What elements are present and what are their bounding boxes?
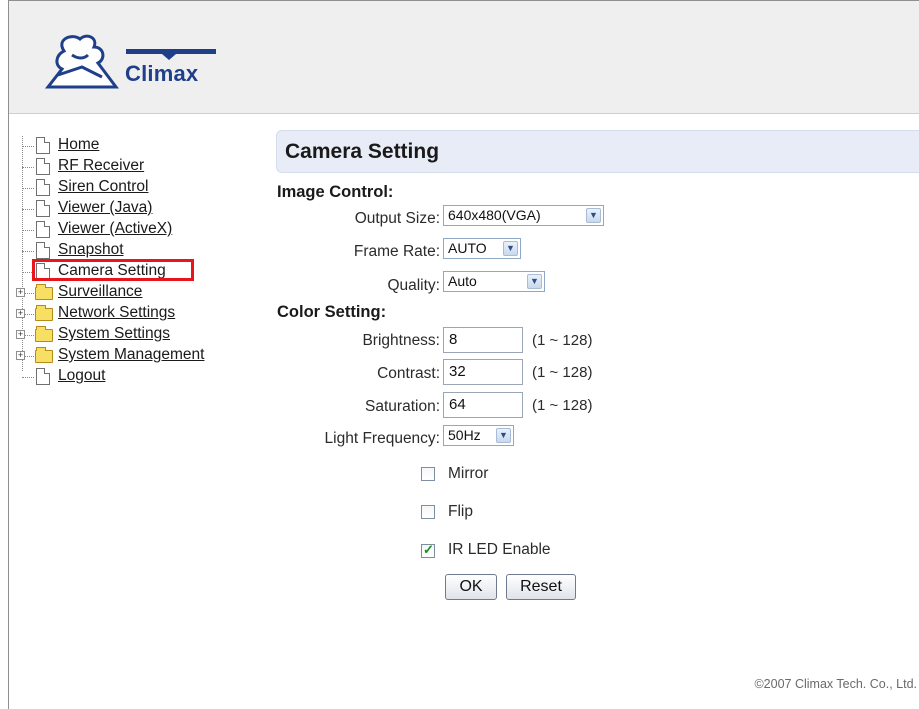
menu-link-rf-receiver[interactable]: RF Receiver — [58, 157, 144, 175]
page-icon — [36, 242, 50, 259]
menu-link-snapshot[interactable]: Snapshot — [58, 241, 124, 259]
chevron-down-icon[interactable]: ▼ — [586, 208, 601, 223]
folder-icon — [35, 347, 53, 363]
page-icon — [36, 368, 50, 385]
flip-label: Flip — [448, 503, 473, 520]
menu-link-logout[interactable]: Logout — [58, 367, 105, 385]
brightness-input[interactable]: 8 — [443, 327, 523, 353]
page-icon — [36, 179, 50, 196]
menu-item-system-management[interactable]: + System Management — [14, 346, 254, 367]
frame-rate-select[interactable]: AUTO ▼ — [443, 238, 521, 259]
folder-icon — [35, 326, 53, 342]
quality-label: Quality: — [387, 277, 440, 294]
menu-link-siren-control[interactable]: Siren Control — [58, 178, 148, 196]
frame-rate-value: AUTO — [448, 240, 487, 256]
menu-link-system-management[interactable]: System Management — [58, 346, 204, 364]
chevron-down-icon[interactable]: ▼ — [503, 241, 518, 256]
menu-link-viewer-activex[interactable]: Viewer (ActiveX) — [58, 220, 172, 238]
menu-item-surveillance[interactable]: + Surveillance — [14, 283, 254, 304]
light-frequency-select[interactable]: 50Hz ▼ — [443, 425, 514, 446]
menu-item-camera-setting[interactable]: Camera Setting — [14, 259, 254, 283]
copyright-footer: ©2007 Climax Tech. Co., Ltd. — [754, 677, 917, 691]
mirror-checkbox[interactable] — [421, 467, 435, 481]
chevron-down-icon[interactable]: ▼ — [527, 274, 542, 289]
selected-item-highlight — [32, 259, 194, 281]
mirror-label: Mirror — [448, 465, 489, 482]
menu-link-surveillance[interactable]: Surveillance — [58, 283, 142, 301]
light-frequency-value: 50Hz — [448, 427, 481, 443]
expand-plus-icon[interactable]: + — [16, 330, 25, 339]
quality-value: Auto — [448, 273, 477, 289]
image-control-heading: Image Control: — [277, 183, 394, 201]
output-size-value: 640x480(VGA) — [448, 207, 541, 223]
menu-item-viewer-java[interactable]: Viewer (Java) — [14, 199, 254, 220]
contrast-label: Contrast: — [377, 365, 440, 382]
output-size-select[interactable]: 640x480(VGA) ▼ — [443, 205, 604, 226]
menu-link-home[interactable]: Home — [58, 136, 99, 154]
ok-button[interactable]: OK — [445, 574, 497, 600]
brightness-label: Brightness: — [362, 332, 440, 349]
menu-item-logout[interactable]: Logout — [14, 367, 254, 388]
color-setting-heading: Color Setting: — [277, 303, 387, 321]
folder-icon — [35, 284, 53, 300]
menu-item-siren-control[interactable]: Siren Control — [14, 178, 254, 199]
reset-button[interactable]: Reset — [506, 574, 576, 600]
ir-led-label: IR LED Enable — [448, 541, 551, 558]
page-icon — [36, 200, 50, 217]
flip-checkbox[interactable] — [421, 505, 435, 519]
menu-link-network-settings[interactable]: Network Settings — [58, 304, 175, 322]
expand-plus-icon[interactable]: + — [16, 309, 25, 318]
quality-select[interactable]: Auto ▼ — [443, 271, 545, 292]
light-frequency-label: Light Frequency: — [324, 430, 440, 447]
frame-rate-label: Frame Rate: — [353, 243, 440, 260]
menu-item-home[interactable]: Home — [14, 136, 254, 157]
section-header: Camera Setting — [276, 130, 919, 173]
chevron-down-icon[interactable]: ▼ — [496, 428, 511, 443]
output-size-label: Output Size: — [354, 210, 440, 227]
menu-item-network-settings[interactable]: + Network Settings — [14, 304, 254, 325]
menu-link-system-settings[interactable]: System Settings — [58, 325, 170, 343]
logo-text: Climax — [125, 61, 199, 86]
saturation-range: (1 ~ 128) — [532, 397, 593, 414]
page-icon — [36, 158, 50, 175]
contrast-range: (1 ~ 128) — [532, 364, 593, 381]
contrast-input[interactable]: 32 — [443, 359, 523, 385]
header-banner: Climax — [9, 1, 919, 114]
menu-item-viewer-activex[interactable]: Viewer (ActiveX) — [14, 220, 254, 241]
folder-icon — [35, 305, 53, 321]
menu-item-system-settings[interactable]: + System Settings — [14, 325, 254, 346]
brightness-range: (1 ~ 128) — [532, 332, 593, 349]
page-icon — [36, 221, 50, 238]
ir-led-checkbox[interactable] — [421, 542, 435, 558]
saturation-label: Saturation: — [365, 398, 440, 415]
page-icon — [36, 137, 50, 154]
page-title: Camera Setting — [285, 140, 440, 163]
expand-plus-icon[interactable]: + — [16, 288, 25, 297]
menu-item-rf-receiver[interactable]: RF Receiver — [14, 157, 254, 178]
expand-plus-icon[interactable]: + — [16, 351, 25, 360]
saturation-input[interactable]: 64 — [443, 392, 523, 418]
menu-link-viewer-java[interactable]: Viewer (Java) — [58, 199, 152, 217]
